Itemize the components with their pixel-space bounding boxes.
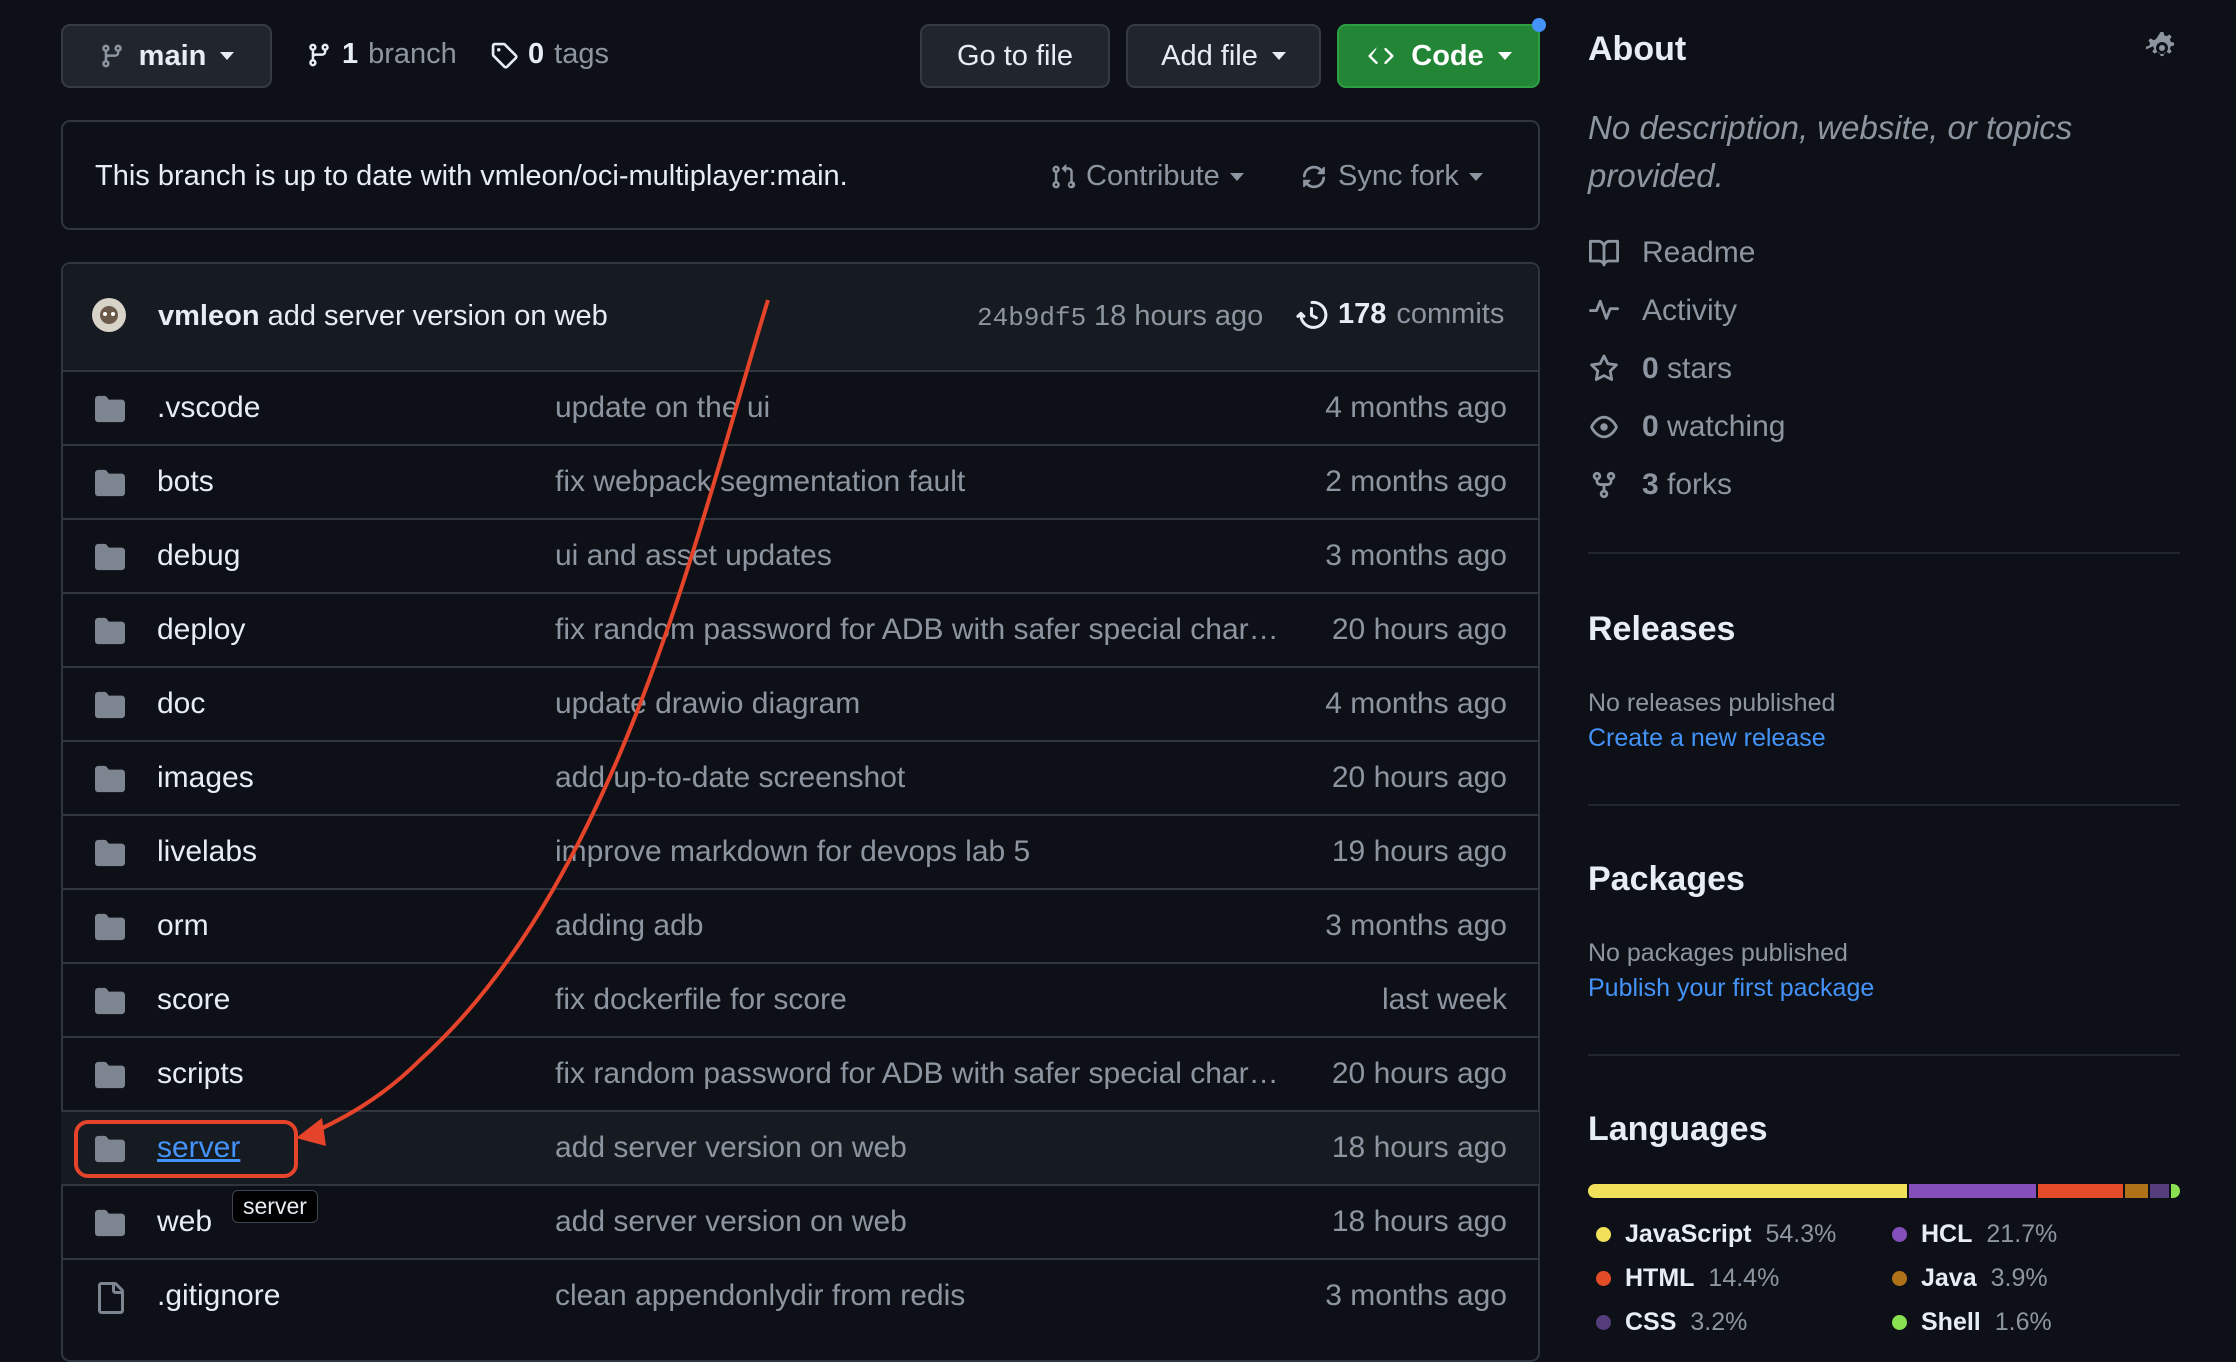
language-color-dot — [1596, 1271, 1611, 1286]
about-description: No description, website, or topics provi… — [1588, 109, 2073, 194]
sidebar-divider — [1588, 804, 2180, 806]
readme-link[interactable]: Readme — [1588, 236, 1755, 270]
eye-icon — [1590, 415, 1618, 439]
language-bar-segment — [2149, 1184, 2169, 1198]
watching-count: 0 — [1642, 410, 1659, 443]
language-name: HTML — [1625, 1264, 1695, 1292]
language-item[interactable]: JavaScript 54.3% — [1596, 1220, 1836, 1249]
language-color-dot — [1596, 1227, 1611, 1242]
releases-title[interactable]: Releases — [1588, 610, 1735, 649]
language-name: CSS — [1625, 1308, 1677, 1336]
stars-count: 0 — [1642, 352, 1659, 385]
publish-package-link[interactable]: Publish your first package — [1588, 974, 1874, 1003]
packages-title[interactable]: Packages — [1588, 860, 1745, 899]
star-icon — [1590, 354, 1618, 381]
pulse-icon — [1589, 299, 1619, 320]
forks-label: forks — [1667, 468, 1733, 501]
repo-forked-icon — [1592, 471, 1616, 499]
language-item[interactable]: Shell 1.6% — [1892, 1308, 2052, 1337]
language-color-dot — [1892, 1271, 1907, 1286]
language-bar-segment — [1588, 1184, 1907, 1198]
language-item[interactable]: HCL 21.7% — [1892, 1220, 2057, 1249]
forks-count: 3 — [1642, 468, 1659, 501]
packages-empty: No packages published — [1588, 939, 1848, 967]
stars-link[interactable]: 0 stars — [1588, 352, 1732, 386]
language-bar-segment — [2124, 1184, 2148, 1198]
settings-gear-icon[interactable] — [2145, 32, 2178, 69]
stars-label: stars — [1667, 352, 1733, 385]
language-percent: 54.3% — [1765, 1220, 1837, 1248]
watching-link[interactable]: 0 watching — [1588, 410, 1785, 444]
language-bar — [1588, 1184, 2180, 1198]
book-icon — [1589, 239, 1619, 267]
language-percent: 14.4% — [1708, 1264, 1780, 1292]
language-item[interactable]: Java 3.9% — [1892, 1264, 2048, 1293]
releases-empty: No releases published — [1588, 689, 1836, 717]
create-release-link[interactable]: Create a new release — [1588, 724, 1826, 753]
language-item[interactable]: CSS 3.2% — [1596, 1308, 1747, 1337]
language-name: JavaScript — [1625, 1220, 1752, 1248]
language-name: Java — [1921, 1264, 1977, 1292]
languages-title: Languages — [1588, 1110, 1768, 1148]
activity-label: Activity — [1642, 294, 1738, 327]
language-color-dot — [1596, 1315, 1611, 1330]
tooltip: server — [232, 1190, 318, 1223]
language-percent: 3.2% — [1690, 1308, 1748, 1336]
language-percent: 1.6% — [1994, 1308, 2052, 1336]
language-name: HCL — [1921, 1220, 1973, 1248]
language-item[interactable]: HTML 14.4% — [1596, 1264, 1779, 1293]
language-bar-segment — [1908, 1184, 2037, 1198]
tooltip-text: server — [243, 1193, 307, 1219]
language-color-dot — [1892, 1227, 1907, 1242]
language-percent: 3.9% — [1990, 1264, 2048, 1292]
readme-label: Readme — [1642, 236, 1756, 269]
about-title: About — [1588, 30, 1687, 68]
language-color-dot — [1892, 1315, 1907, 1330]
annotation-arrow — [296, 299, 770, 1146]
activity-link[interactable]: Activity — [1588, 294, 1737, 328]
language-bar-segment — [2038, 1184, 2123, 1198]
sidebar-divider — [1588, 552, 2180, 554]
language-name: Shell — [1921, 1308, 1981, 1336]
language-percent: 21.7% — [1986, 1220, 2058, 1248]
watching-label: watching — [1667, 410, 1786, 443]
sidebar-divider — [1588, 1054, 2180, 1056]
forks-link[interactable]: 3 forks — [1588, 468, 1732, 502]
